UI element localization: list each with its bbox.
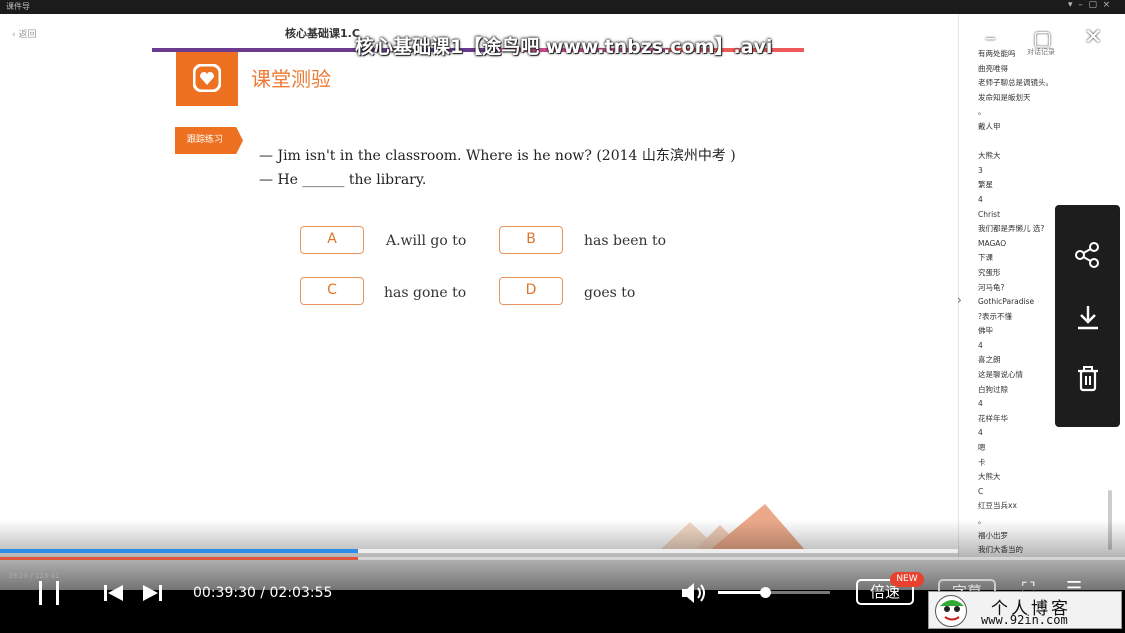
next-icon[interactable] — [141, 584, 163, 602]
volume-icon[interactable] — [681, 582, 707, 604]
chat-message: 嗯 — [978, 443, 986, 453]
chat-message: 。 — [978, 107, 986, 117]
seek-fill[interactable] — [0, 557, 358, 560]
exercise-tag: 跟踪练习 — [175, 127, 243, 154]
slide-progress-fill — [0, 549, 359, 553]
watermark: 个人博客 www.92in.com — [928, 591, 1122, 629]
trash-icon[interactable] — [1074, 365, 1102, 393]
download-icon[interactable] — [1074, 303, 1102, 331]
watermark-url: www.92in.com — [981, 613, 1068, 627]
playback-time: 00:39:30 / 02:03:55 — [193, 585, 332, 601]
lecture-slide — [0, 14, 958, 560]
share-icon[interactable] — [1074, 241, 1102, 269]
chat-message: 曲亮唯得 — [978, 63, 1008, 73]
prev-icon[interactable] — [103, 584, 125, 602]
current-time: 00:39:30 — [193, 585, 256, 601]
chat-message: 3 — [978, 165, 983, 175]
volume-fill — [718, 591, 766, 594]
panel-collapse-icon[interactable]: › — [957, 293, 962, 307]
option-d-box[interactable]: D — [499, 277, 563, 305]
video-player: 课件导 ▾ – ▢ × ‹ 返回 核心基础课1.C 课堂测验 跟踪练习 — Ji… — [0, 0, 1125, 633]
time-separator: / — [260, 585, 266, 601]
option-b-text: has been to — [584, 233, 667, 249]
option-a-text: A.will go to — [386, 233, 467, 249]
option-b-box[interactable]: B — [499, 226, 563, 254]
inner-app-window-controls: ▾ – ▢ × — [1068, 0, 1111, 10]
chat-message: C — [978, 486, 984, 496]
chat-message — [978, 135, 1078, 150]
question-line-1: — Jim isn't in the classroom. Where is h… — [259, 148, 736, 164]
option-c-box[interactable]: C — [300, 277, 364, 305]
slide-small-title: 核心基础课1.C — [285, 27, 360, 40]
volume-knob[interactable] — [760, 587, 772, 598]
chat-message: 发命知是皈划天 — [978, 92, 1031, 102]
chat-message: 戴人甲 — [978, 121, 1001, 131]
section-title: 课堂测验 — [251, 67, 331, 91]
side-action-bar — [1055, 205, 1120, 427]
option-c-text: has gone to — [384, 285, 467, 301]
chat-message: 大熊大 — [978, 472, 1001, 482]
back-link[interactable]: ‹ 返回 — [12, 27, 36, 40]
chat-message: 红豆当兵xx — [978, 501, 1017, 511]
chat-message: 老师子聊总是调镜头。 — [978, 78, 1053, 88]
back-label: 返回 — [18, 30, 37, 40]
total-time: 02:03:55 — [269, 585, 333, 601]
section-icon-box — [176, 52, 238, 106]
new-badge: NEW — [890, 572, 924, 587]
chat-message: 卡 — [978, 457, 986, 467]
pause-icon[interactable] — [36, 579, 62, 607]
option-a-box[interactable]: A — [300, 226, 364, 254]
video-title: 核心基础课1【途鸟吧 www.tnbzs.com】.avi — [355, 36, 773, 58]
question-line-2: — He ______ the library. — [259, 172, 427, 188]
watermark-logo — [935, 595, 967, 627]
maximize-icon[interactable]: ▢ — [1033, 26, 1052, 50]
minimize-icon[interactable]: – — [985, 26, 996, 51]
chat-message: 大熊大 — [978, 151, 1001, 161]
close-icon[interactable]: ✕ — [1084, 25, 1102, 50]
option-d-text: goes to — [584, 285, 636, 301]
heart-icon — [193, 64, 221, 92]
chat-message: 4 — [978, 428, 983, 438]
chat-message: 繁星 — [978, 180, 993, 190]
inner-app-name: 课件导 — [6, 2, 30, 11]
inner-app-titlebar: 课件导 ▾ – ▢ × — [0, 0, 1125, 14]
